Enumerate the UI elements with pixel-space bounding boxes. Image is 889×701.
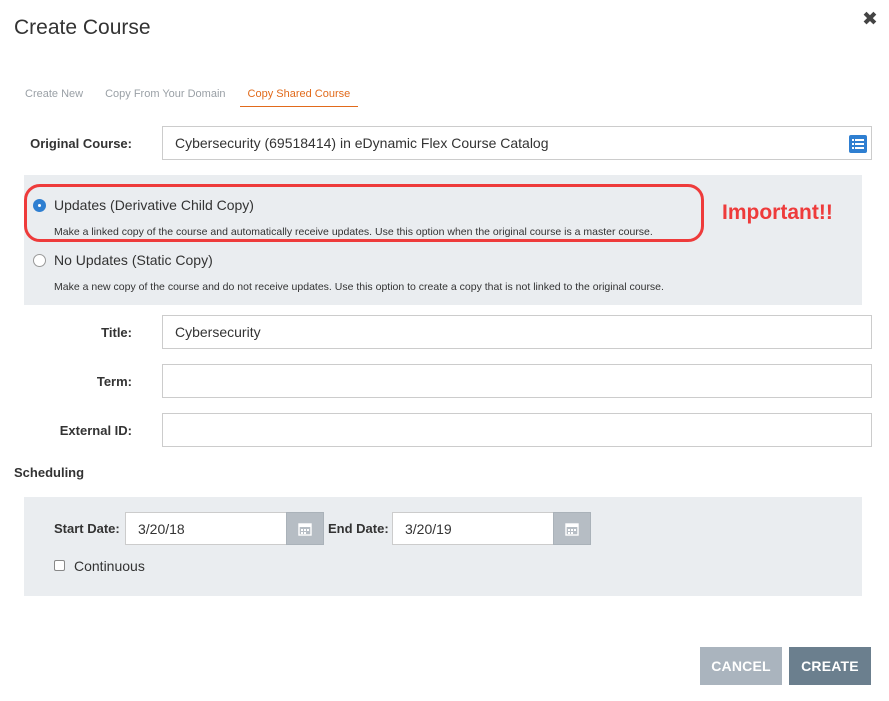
start-date-value: 3/20/18 [138,520,185,537]
original-course-value: Cybersecurity (69518414) in eDynamic Fle… [175,135,549,151]
scheduling-section-label: Scheduling [14,465,85,480]
create-button[interactable]: CREATE [789,647,871,685]
original-course-field[interactable]: Cybersecurity (69518414) in eDynamic Fle… [162,126,872,160]
tab-copy-from-domain[interactable]: Copy From Your Domain [105,88,225,107]
continuous-label[interactable]: Continuous [74,558,145,574]
radio-no-updates-static[interactable] [33,254,46,267]
external-id-field[interactable] [162,413,872,447]
start-date-label: Start Date: [54,521,120,536]
close-icon[interactable]: ✖ [860,10,880,30]
end-date-calendar-icon[interactable] [553,512,591,545]
tab-create-new[interactable]: Create New [25,88,83,107]
term-field[interactable] [162,364,872,398]
original-course-label: Original Course: [30,136,132,151]
title-label: Title: [101,325,132,340]
dialog-title: Create Course [14,16,151,39]
list-icon[interactable] [849,135,867,153]
option-updates-description: Make a linked copy of the course and aut… [54,226,653,238]
start-date-field[interactable]: 3/20/18 [125,512,287,545]
option-no-updates-description: Make a new copy of the course and do not… [54,281,664,293]
term-label: Term: [96,374,132,389]
continuous-checkbox[interactable] [54,560,65,571]
start-date-calendar-icon[interactable] [286,512,324,545]
annotation-important-text: Important!! [722,201,833,224]
tab-copy-shared-course[interactable]: Copy Shared Course [239,88,359,107]
end-date-field[interactable]: 3/20/19 [392,512,554,545]
option-no-updates-label[interactable]: No Updates (Static Copy) [54,252,213,268]
external-id-label: External ID: [59,423,132,438]
end-date-label: End Date: [328,521,389,536]
end-date-value: 3/20/19 [405,520,452,537]
radio-updates-derivative[interactable] [33,199,46,212]
tab-bar: Create New Copy From Your Domain Copy Sh… [25,88,380,107]
cancel-button[interactable]: CANCEL [700,647,782,685]
title-field[interactable]: Cybersecurity [162,315,872,349]
title-value: Cybersecurity [175,324,261,340]
option-updates-label[interactable]: Updates (Derivative Child Copy) [54,197,254,213]
